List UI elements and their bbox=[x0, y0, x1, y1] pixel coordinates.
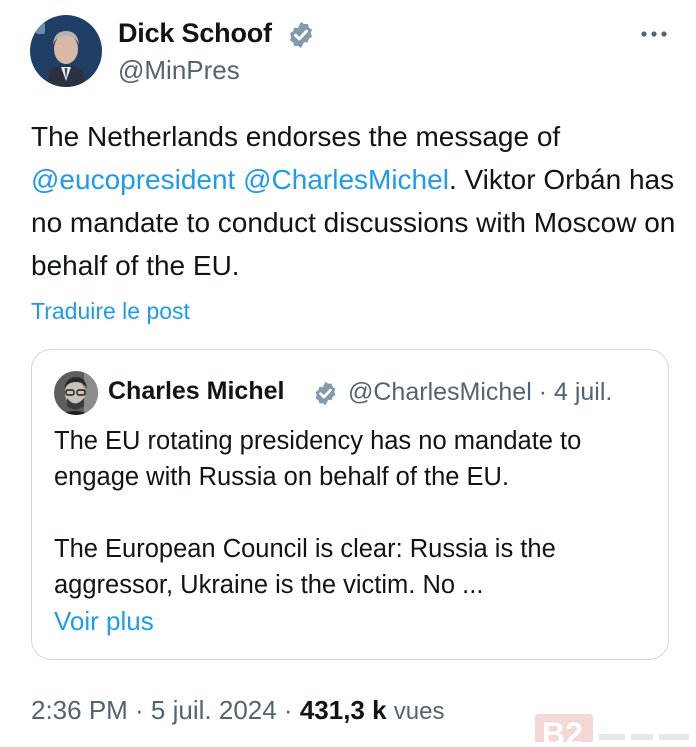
views-label: vues bbox=[393, 698, 445, 725]
author-avatar[interactable] bbox=[30, 15, 102, 87]
quoted-tweet-text: The EU rotating presidency has no mandat… bbox=[54, 423, 654, 603]
quoted-tweet[interactable]: Charles Michel @CharlesMichel · 4 juil. … bbox=[31, 349, 669, 660]
mention-eucopresident[interactable]: @eucopresident bbox=[31, 164, 235, 195]
tweet-text-before: The Netherlands endorses the message of bbox=[31, 121, 561, 152]
author-name[interactable]: Dick Schoof bbox=[118, 18, 272, 48]
see-more-link[interactable]: Voir plus bbox=[54, 605, 154, 637]
tweet-meta: 2:36 PM · 5 juil. 2024 · 431,3 k vues bbox=[31, 694, 445, 728]
quoted-paragraph-1: The EU rotating presidency has no mandat… bbox=[54, 427, 582, 491]
watermark-text: B2 bbox=[542, 716, 583, 742]
more-horizontal-icon[interactable] bbox=[638, 22, 672, 46]
tweet-card: Dick Schoof @MinPres The Netherlands end… bbox=[0, 0, 696, 747]
quoted-verified-badge-icon bbox=[312, 380, 339, 407]
timestamp[interactable]: 2:36 PM · 5 juil. 2024 · bbox=[31, 695, 300, 725]
quoted-paragraph-2: The European Council is clear: Russia is… bbox=[54, 535, 556, 599]
views-count: 431,3 k bbox=[299, 695, 387, 725]
quoted-author-handle-date[interactable]: @CharlesMichel · 4 juil. bbox=[348, 377, 612, 407]
watermark-logo: B2 bbox=[535, 712, 695, 747]
author-handle[interactable]: @MinPres bbox=[118, 55, 240, 85]
translate-post-link[interactable]: Traduire le post bbox=[31, 296, 190, 326]
quoted-author-name[interactable]: Charles Michel bbox=[108, 376, 284, 406]
quoted-author-avatar[interactable] bbox=[54, 371, 98, 415]
verified-badge-icon bbox=[286, 20, 316, 50]
tweet-text: The Netherlands endorses the message of @… bbox=[31, 115, 681, 287]
mention-charlesmichel[interactable]: @CharlesMichel bbox=[243, 164, 449, 195]
